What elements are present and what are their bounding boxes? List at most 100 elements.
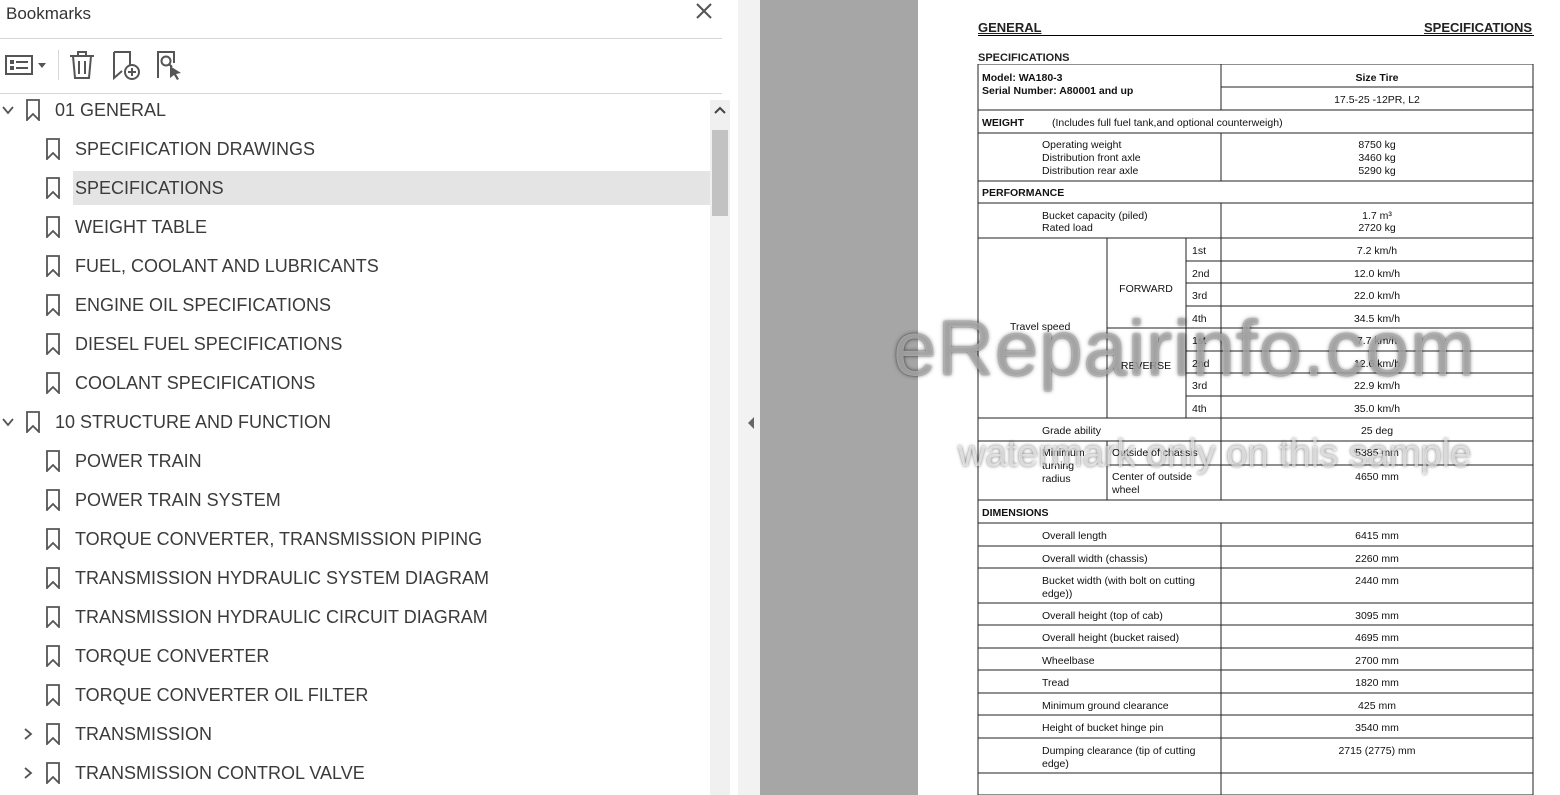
find-bookmark-button[interactable]	[152, 48, 186, 82]
table-cell-text: Overall height (bucket raised)	[1042, 632, 1179, 644]
triangle-left-icon	[748, 417, 754, 429]
bookmark-icon	[45, 372, 61, 396]
bookmark-icon	[45, 216, 61, 240]
table-cell-text: 1.7 m³	[1362, 210, 1392, 222]
toolbar-divider	[58, 50, 59, 80]
table-cell-text: Bucket capacity (piled)	[1042, 210, 1148, 222]
panel-title: Bookmarks	[6, 4, 92, 23]
table-cell-text: WEIGHT	[982, 117, 1025, 129]
bookmark-label: WEIGHT TABLE	[75, 217, 208, 237]
bookmark-item[interactable]: TRANSMISSION HYDRAULIC CIRCUIT DIAGRAM	[0, 599, 710, 635]
table-cell-text: Wheelbase	[1042, 655, 1095, 667]
options-menu-button[interactable]	[4, 48, 48, 82]
add-bookmark-icon	[113, 51, 140, 81]
bookmark-item[interactable]: TRANSMISSION	[0, 716, 710, 752]
bookmark-item[interactable]: DIESEL FUEL SPECIFICATIONS	[0, 326, 710, 362]
bookmark-icon	[45, 294, 61, 318]
bookmark-item[interactable]: POWER TRAIN	[0, 443, 710, 479]
table-cell-text: (Includes full fuel tank,and optional co…	[1052, 117, 1283, 129]
bookmark-label: TRANSMISSION CONTROL VALVE	[75, 763, 365, 783]
table-text: Model: WA180-3Serial Number: A80001 and …	[982, 72, 1420, 770]
bookmark-icon	[45, 177, 61, 201]
close-icon	[696, 3, 712, 19]
bookmark-item[interactable]: POWER TRAIN SYSTEM	[0, 482, 710, 518]
table-cell-text: 2700 mm	[1355, 655, 1399, 667]
table-cell-text: 2260 mm	[1355, 553, 1399, 565]
collapse-toggle[interactable]	[0, 414, 16, 430]
bookmark-icon	[45, 450, 61, 474]
speed-value: 7.2 km/h	[1357, 245, 1397, 257]
chevron-down-icon	[2, 106, 14, 115]
table-cell-text: 4695 mm	[1355, 632, 1399, 644]
table-cell-text: Size Tire	[1356, 72, 1399, 84]
table-cell-text: 2715 (2775) mm	[1338, 745, 1415, 757]
table-cell-text: Height of bucket hinge pin	[1042, 722, 1164, 734]
table-cell-text: 8750 kg	[1358, 139, 1396, 151]
bookmark-item[interactable]: WEIGHT TABLE	[0, 209, 710, 245]
bookmark-item[interactable]: SPECIFICATION DRAWINGS	[0, 131, 710, 167]
chevron-down-icon	[2, 418, 14, 427]
bookmark-tree: 01 GENERAL SPECIFICATION DRAWINGS SPECIFIC…	[0, 90, 711, 795]
bookmark-item[interactable]: TRANSMISSION HYDRAULIC SYSTEM DIAGRAM	[0, 560, 710, 596]
bookmark-label: 10 STRUCTURE AND FUNCTION	[55, 412, 332, 432]
table-cell-text: edge)	[1042, 758, 1069, 770]
gear-label: 3rd	[1192, 290, 1207, 302]
bookmark-item[interactable]: TRANSMISSION CONTROL VALVE	[0, 755, 710, 791]
add-bookmark-button[interactable]	[108, 48, 142, 82]
panel-splitter[interactable]	[738, 0, 760, 795]
speed-value: 12.0 km/h	[1354, 268, 1400, 280]
bookmark-label: TORQUE CONVERTER	[75, 646, 270, 666]
bookmark-icon	[45, 255, 61, 279]
bookmark-icon	[45, 489, 61, 513]
chevron-right-icon	[24, 728, 33, 740]
table-cell-text: DIMENSIONS	[982, 507, 1049, 519]
table-cell-text: Tread	[1042, 677, 1069, 689]
bookmark-item[interactable]: 01 GENERAL	[0, 92, 710, 128]
table-cell-text: Minimum ground clearance	[1042, 700, 1169, 712]
close-panel-button[interactable]	[693, 0, 715, 22]
bookmark-label: POWER TRAIN	[75, 451, 202, 471]
doc-section-title: SPECIFICATIONS	[978, 52, 1070, 64]
bookmark-icon	[25, 99, 41, 123]
bookmark-label: TRANSMISSION	[75, 724, 213, 744]
specifications-table: Model: WA180-3Serial Number: A80001 and …	[977, 64, 1534, 795]
bookmark-label: SPECIFICATIONS	[73, 171, 711, 205]
bookmark-icon	[45, 684, 61, 708]
bookmark-label: TORQUE CONVERTER, TRANSMISSION PIPING	[75, 529, 483, 549]
collapse-toggle[interactable]	[0, 102, 16, 118]
delete-bookmark-button[interactable]	[66, 48, 98, 82]
scroll-up-button[interactable]	[710, 100, 730, 120]
expand-toggle[interactable]	[20, 765, 36, 781]
bookmark-label: TORQUE CONVERTER OIL FILTER	[75, 685, 369, 705]
table-cell-text: Overall width (chassis)	[1042, 553, 1148, 565]
bookmark-label: COOLANT SPECIFICATIONS	[75, 373, 316, 393]
doc-header-right: SPECIFICATIONS	[1424, 20, 1533, 35]
collapse-panel-button[interactable]	[746, 416, 756, 430]
bookmark-item[interactable]: FUEL, COOLANT AND LUBRICANTS	[0, 248, 710, 284]
watermark-note: watermark only on this sample	[958, 433, 1472, 475]
table-cell-text: 3095 mm	[1355, 610, 1399, 622]
bookmark-item[interactable]: TORQUE CONVERTER, TRANSMISSION PIPING	[0, 521, 710, 557]
bookmark-item[interactable]: COOLANT SPECIFICATIONS	[0, 365, 710, 401]
gear-label: 4th	[1192, 403, 1207, 415]
table-cell-text: 6415 mm	[1355, 530, 1399, 542]
bookmark-item[interactable]: TORQUE CONVERTER OIL FILTER	[0, 677, 710, 713]
bookmark-item[interactable]: SPECIFICATIONS	[0, 170, 711, 206]
scrollbar-thumb[interactable]	[712, 130, 728, 216]
expand-toggle[interactable]	[20, 726, 36, 742]
watermark-logo: eRepairinfo.com	[893, 304, 1476, 392]
bookmark-item[interactable]: 10 STRUCTURE AND FUNCTION	[0, 404, 710, 440]
list-options-icon	[5, 55, 46, 75]
table-cell-text: 2440 mm	[1355, 575, 1399, 587]
bookmark-label: FUEL, COOLANT AND LUBRICANTS	[75, 256, 379, 276]
bookmark-icon	[25, 411, 41, 435]
table-cell-text: Model: WA180-3	[982, 72, 1063, 84]
table-cell-text: Dumping clearance (tip of cutting	[1042, 745, 1196, 757]
table-cell-text: Overall height (top of cab)	[1042, 610, 1163, 622]
table-cell-text: 1820 mm	[1355, 677, 1399, 689]
table-cell-text: 17.5-25 -12PR, L2	[1334, 94, 1420, 106]
bookmark-item[interactable]: TORQUE CONVERTER	[0, 638, 710, 674]
bookmark-item[interactable]: ENGINE OIL SPECIFICATIONS	[0, 287, 710, 323]
table-cell-text: edge))	[1042, 588, 1072, 600]
bookmark-label: 01 GENERAL	[55, 100, 167, 120]
